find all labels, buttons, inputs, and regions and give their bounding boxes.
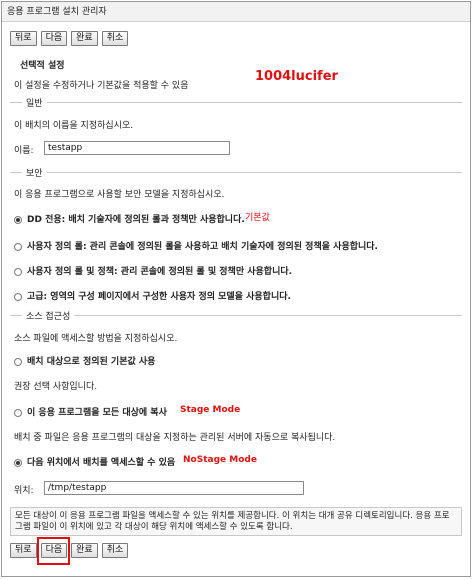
window-title: 응용 프로그램 설치 관리자 <box>2 2 470 22</box>
security-option-dd-only[interactable]: DD 전용: 배치 기술자에 정의된 롤과 정책만 사용합니다. <box>14 212 245 225</box>
source-option-default[interactable]: 배치 대상으로 정의된 기본값 사용 <box>14 354 155 367</box>
source-section-header: 소스 접근성 <box>10 309 462 322</box>
source-option-location[interactable]: 다음 위치에서 배치를 액세스할 수 있음 <box>14 455 175 468</box>
cancel-button[interactable]: 취소 <box>101 543 129 558</box>
security-option-custom-roles[interactable]: 사용자 정의 롤: 관리 콘솔에 정의된 롤을 사용하고 배치 기술자에 정의된… <box>14 239 378 252</box>
name-field[interactable]: testapp <box>44 141 230 155</box>
watermark-text: 1004lucifer <box>255 69 338 84</box>
security-option-advanced[interactable]: 고급: 영역의 구성 페이지에서 구성한 사용자 정의 모델을 사용합니다. <box>14 289 291 302</box>
general-section-header: 일반 <box>10 96 462 109</box>
security-option-label: 사용자 정의 롤: 관리 콘솔에 정의된 롤을 사용하고 배치 기술자에 정의된… <box>27 242 378 252</box>
location-field[interactable]: /tmp/testapp <box>44 481 304 495</box>
radio-icon[interactable] <box>14 292 22 301</box>
source-section-label: 소스 접근성 <box>22 309 75 322</box>
security-section-label: 보안 <box>22 166 47 179</box>
stage-mode-annotation: Stage Mode <box>180 405 241 415</box>
security-option-label: DD 전용: 배치 기술자에 정의된 롤과 정책만 사용합니다. <box>27 215 245 225</box>
cancel-button[interactable]: 취소 <box>101 31 129 46</box>
security-option-label: 고급: 영역의 구성 페이지에서 구성한 사용자 정의 모델을 사용합니다. <box>27 292 291 302</box>
source-option-copy[interactable]: 이 응용 프로그램을 모든 대상에 복사 <box>14 405 167 418</box>
recommended-note: 권장 선택 사항입니다. <box>14 382 98 392</box>
next-button-highlight <box>37 537 70 565</box>
location-description: 모든 대상이 이 응용 프로그램 파일을 액세스할 수 있는 위치를 제공합니다… <box>15 511 450 532</box>
source-option-label: 다음 위치에서 배치를 액세스할 수 있음 <box>27 458 176 468</box>
general-description: 이 배치의 이름을 지정하십시오. <box>14 121 134 131</box>
security-option-label: 사용자 정의 롤 및 정책: 관리 콘솔에 정의된 롤 및 정책만 사용합니다. <box>27 267 293 277</box>
security-section-header: 보안 <box>10 166 462 179</box>
location-info-box: 모든 대상이 이 응용 프로그램 파일을 액세스할 수 있는 위치를 제공합니다… <box>10 507 462 536</box>
installer-window: 응용 프로그램 설치 관리자 뒤로 다음 완료 취소 선택적 설정 이 설정을 … <box>1 1 471 577</box>
security-option-custom-roles-policies[interactable]: 사용자 정의 롤 및 정책: 관리 콘솔에 정의된 롤 및 정책만 사용합니다. <box>14 264 292 277</box>
radio-icon[interactable] <box>14 242 22 251</box>
back-button[interactable]: 뒤로 <box>10 543 37 558</box>
copy-description: 배치 중 파일은 응용 프로그램의 대상을 지정하는 관리된 서버에 자동으로 … <box>14 433 336 443</box>
nostage-mode-annotation: NoStage Mode <box>183 455 257 465</box>
location-label: 위치: <box>14 486 34 496</box>
radio-checked-icon[interactable] <box>14 215 22 224</box>
radio-icon[interactable] <box>14 267 22 276</box>
finish-button[interactable]: 완료 <box>71 543 98 558</box>
source-option-label: 배치 대상으로 정의된 기본값 사용 <box>27 357 156 367</box>
source-description: 소스 파일에 액세스할 방법을 지정하십시오. <box>14 334 178 344</box>
top-button-row: 뒤로 다음 완료 취소 <box>10 31 129 46</box>
radio-icon[interactable] <box>14 357 22 366</box>
radio-icon[interactable] <box>14 408 22 417</box>
back-button[interactable]: 뒤로 <box>10 31 37 46</box>
next-button[interactable]: 다음 <box>40 31 68 46</box>
optional-settings-title: 선택적 설정 <box>20 61 65 71</box>
default-annotation: 기본값 <box>245 213 270 223</box>
finish-button[interactable]: 완료 <box>71 31 98 46</box>
radio-checked-icon[interactable] <box>14 458 22 467</box>
source-option-label: 이 응용 프로그램을 모든 대상에 복사 <box>27 408 167 418</box>
optional-settings-description: 이 설정을 수정하거나 기본값을 적용할 수 있음 <box>14 81 189 91</box>
name-label: 이름: <box>14 146 34 156</box>
general-section-label: 일반 <box>22 96 47 109</box>
security-description: 이 응용 프로그램으로 사용할 보안 모델을 지정하십시오. <box>14 190 225 200</box>
